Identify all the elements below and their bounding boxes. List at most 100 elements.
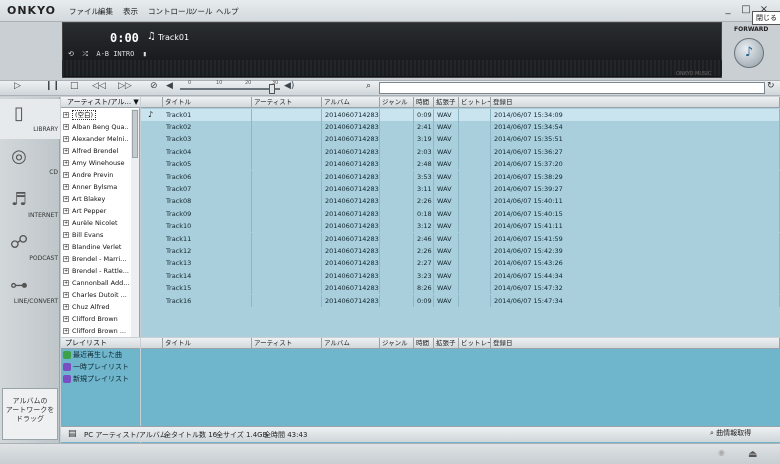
- stop-icon[interactable]: □: [70, 81, 79, 91]
- table-row[interactable]: Track16 20140607142832 0:09 WAV 2014/06/07 1…: [141, 294, 780, 307]
- expand-icon[interactable]: +: [63, 124, 69, 130]
- artist-item[interactable]: + Andre Previn: [63, 169, 129, 181]
- forward-button[interactable]: ♪: [734, 38, 764, 68]
- column-header[interactable]: 拡張子: [434, 97, 459, 108]
- table-row[interactable]: Track09 20140607142832 0:18 WAV 2014/06/07 1…: [141, 207, 780, 221]
- expand-icon[interactable]: +: [63, 172, 69, 178]
- eject-icon[interactable]: ⏏: [748, 449, 757, 460]
- table-row[interactable]: Track03 20140607142832 3:19 WAV 2014/06/07 1…: [141, 133, 780, 146]
- expand-icon[interactable]: +: [63, 328, 69, 334]
- expand-icon[interactable]: +: [63, 196, 69, 202]
- artist-item[interactable]: + Alexander Melni...: [63, 133, 129, 145]
- artwork-drop-zone[interactable]: アルバムの アートワークを ドラッグ: [2, 388, 58, 440]
- column-header[interactable]: タイトル: [163, 338, 252, 349]
- artist-item[interactable]: + Charles Dutoit ...: [63, 289, 129, 301]
- table-row[interactable]: Track06 20140607142832 3:53 WAV 2014/06/07 1…: [141, 170, 780, 183]
- nav-item-internet[interactable]: ♬ INTERNET: [0, 185, 60, 225]
- menu-item[interactable]: 編集: [98, 6, 113, 17]
- artist-item[interactable]: + Brendel - Marri...: [63, 253, 129, 265]
- expand-icon[interactable]: +: [63, 268, 69, 274]
- column-header[interactable]: ビットレー...: [459, 338, 491, 349]
- column-header[interactable]: 登録日: [491, 97, 780, 108]
- expand-icon[interactable]: +: [63, 292, 69, 298]
- expand-icon[interactable]: +: [63, 208, 69, 214]
- table-row[interactable]: Track02 20140607142832 2:41 WAV 2014/06/07 1…: [141, 120, 780, 134]
- minimize-button[interactable]: _: [722, 4, 734, 16]
- table-row[interactable]: Track12 20140607142832 2:26 WAV 2014/06/07 1…: [141, 244, 780, 258]
- table-row[interactable]: Track15 20140607142832 8:26 WAV 2014/06/07 1…: [141, 282, 780, 295]
- expand-icon[interactable]: +: [63, 112, 69, 118]
- expand-icon[interactable]: +: [63, 244, 69, 250]
- artist-scroll-thumb[interactable]: [132, 110, 138, 158]
- playlist-item[interactable]: 一時プレイリスト: [63, 362, 129, 373]
- expand-icon[interactable]: +: [63, 184, 69, 190]
- get-track-info-button[interactable]: ⌕ 曲情報取得: [710, 428, 751, 438]
- search-icon[interactable]: ⌕: [366, 81, 371, 91]
- column-header[interactable]: 拡張子: [434, 338, 459, 349]
- next-icon[interactable]: ▷▷: [118, 81, 132, 91]
- mute-icon[interactable]: ⊘: [150, 81, 158, 91]
- table-row[interactable]: Track01 20140607142832 0:09 WAV 2014/06/07 1…: [141, 108, 780, 121]
- column-header[interactable]: アルバム: [322, 97, 380, 108]
- menu-item[interactable]: 表示: [123, 6, 138, 17]
- column-header[interactable]: 時間: [414, 97, 434, 108]
- artist-item[interactable]: + Alban Beng Qua...: [63, 121, 129, 133]
- column-header[interactable]: タイトル: [163, 97, 252, 108]
- volume-slider[interactable]: [180, 88, 280, 90]
- expand-icon[interactable]: +: [63, 148, 69, 154]
- artist-item[interactable]: + Art Blakey: [63, 193, 129, 205]
- artist-item[interactable]: + Clifford Brown ...: [63, 325, 129, 337]
- table-row[interactable]: Track08 20140607142832 2:26 WAV 2014/06/07 1…: [141, 195, 780, 208]
- column-header[interactable]: ビットレー...: [459, 97, 491, 108]
- artist-item[interactable]: + Blandine Verlet: [63, 241, 129, 253]
- artist-item[interactable]: + Chuz Alfred: [63, 301, 129, 313]
- expand-icon[interactable]: +: [63, 256, 69, 262]
- table-row[interactable]: Track10 20140607142832 3:12 WAV 2014/06/07 1…: [141, 220, 780, 233]
- shuffle-icon[interactable]: ⤮: [82, 50, 88, 58]
- table-row[interactable]: Track11 20140607142832 2:46 WAV 2014/06/07 1…: [141, 232, 780, 245]
- list-view-icon[interactable]: ▤: [68, 429, 77, 439]
- table-row[interactable]: Track05 20140607142832 2:48 WAV 2014/06/07 1…: [141, 158, 780, 171]
- artist-item[interactable]: + Art Pepper: [63, 205, 129, 217]
- table-row[interactable]: Track04 20140607142832 2:03 WAV 2014/06/07 1…: [141, 145, 780, 159]
- artist-item[interactable]: + Alfred Brendel: [63, 145, 129, 157]
- column-header[interactable]: ジャンル: [380, 97, 414, 108]
- nav-item-line-convert[interactable]: ⊶ LINE/CONVERT: [0, 271, 60, 311]
- column-header[interactable]: アーティスト: [252, 97, 322, 108]
- pause-icon[interactable]: ❙❙: [45, 81, 60, 91]
- volume-down-icon[interactable]: ◀: [166, 81, 173, 91]
- expand-icon[interactable]: +: [63, 220, 69, 226]
- expand-icon[interactable]: +: [63, 136, 69, 142]
- artist-item[interactable]: + Amy Winehouse: [63, 157, 129, 169]
- column-header[interactable]: 登録日: [491, 338, 780, 349]
- column-header[interactable]: ジャンル: [380, 338, 414, 349]
- artist-item[interactable]: + Bill Evans: [63, 229, 129, 241]
- playlist-item[interactable]: 新規プレイリスト: [63, 374, 129, 385]
- expand-icon[interactable]: +: [63, 160, 69, 166]
- play-icon[interactable]: ▷: [14, 81, 21, 91]
- volume-up-icon[interactable]: ◀): [284, 81, 294, 91]
- menu-item[interactable]: ファイル: [69, 6, 99, 17]
- artist-item[interactable]: + (空白): [63, 109, 129, 121]
- column-header[interactable]: アルバム: [322, 338, 380, 349]
- table-row[interactable]: Track14 20140607142832 3:23 WAV 2014/06/07 1…: [141, 269, 780, 283]
- volume-knob[interactable]: [269, 84, 275, 94]
- maximize-button[interactable]: □: [740, 4, 752, 16]
- nav-item-cd[interactable]: ◎ CD: [0, 142, 60, 182]
- nav-item-library[interactable]: ▯ LIBRARY: [0, 99, 60, 139]
- artist-item[interactable]: + Clifford Brown: [63, 313, 129, 325]
- expand-icon[interactable]: +: [63, 304, 69, 310]
- artist-item[interactable]: + Brendel - Rattle...: [63, 265, 129, 277]
- previous-icon[interactable]: ◁◁: [92, 81, 106, 91]
- repeat-icon[interactable]: ⟲: [68, 50, 74, 58]
- artist-item[interactable]: + Anner Bylsma: [63, 181, 129, 193]
- table-row[interactable]: Track13 20140607142832 2:27 WAV 2014/06/07 1…: [141, 257, 780, 270]
- expand-icon[interactable]: +: [63, 232, 69, 238]
- menu-item[interactable]: ツール: [190, 6, 213, 17]
- expand-icon[interactable]: +: [63, 280, 69, 286]
- menu-item[interactable]: コントロール: [148, 6, 193, 17]
- column-header[interactable]: 時間: [414, 338, 434, 349]
- expand-icon[interactable]: +: [63, 316, 69, 322]
- column-header[interactable]: アーティスト: [252, 338, 322, 349]
- menu-item[interactable]: ヘルプ: [216, 6, 239, 17]
